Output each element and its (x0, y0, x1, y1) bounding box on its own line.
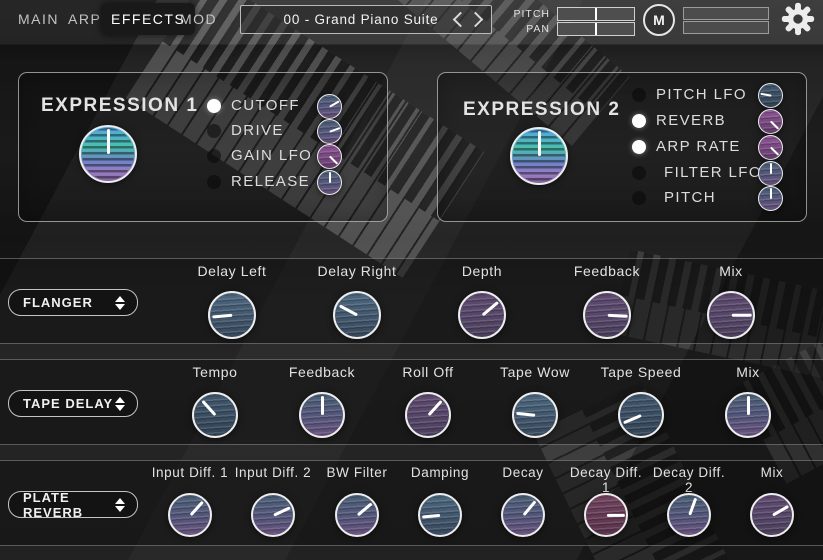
radio-gain-lfo[interactable] (207, 149, 221, 163)
plate-reverb-selector-label: PLATE REVERB (9, 490, 115, 520)
tape-speed-knob[interactable] (618, 392, 664, 438)
expression-2-panel: EXPRESSION 2 PITCH LFO REVERB ARP RATE F… (437, 72, 807, 222)
decay-diff-2-knob[interactable] (667, 493, 711, 537)
tempo-knob[interactable] (192, 392, 238, 438)
param-roll-off: Roll Off (376, 364, 480, 438)
plate-reverb-band: PLATE REVERB Input Diff. 1 Input Diff. 2… (0, 460, 823, 546)
param-flanger-mix: Mix (679, 263, 783, 339)
depth-knob[interactable] (458, 291, 506, 339)
expression-1-big-knob[interactable] (79, 125, 137, 183)
label-reverb: REVERB (656, 112, 726, 129)
expression-2-title: EXPRESSION 2 (463, 99, 620, 121)
tape-delay-band: TAPE DELAY Tempo Feedback Roll Off Tape … (0, 359, 823, 445)
radio-filter-lfo[interactable] (632, 166, 646, 180)
roll-off-knob[interactable] (405, 392, 451, 438)
param-tape-wow: Tape Wow (483, 364, 587, 438)
radio-reverb[interactable] (632, 114, 646, 128)
param-delay-left: Delay Left (180, 263, 284, 339)
preset-prev-icon[interactable] (453, 12, 469, 28)
label-drive: DRIVE (231, 122, 284, 139)
param-decay-diff-1: Decay Diff. 1 (564, 465, 648, 537)
expression-1-panel: EXPRESSION 1 CUTOFF DRIVE GAIN LFO RELEA… (18, 72, 388, 222)
radio-cutoff[interactable] (207, 99, 221, 113)
selector-updown-icon (115, 498, 137, 512)
param-decay-diff-2: Decay Diff. 2 (647, 465, 731, 537)
label-arp-rate: ARP RATE (656, 138, 741, 155)
reverb-knob[interactable] (758, 109, 783, 134)
bw-filter-knob[interactable] (335, 493, 379, 537)
delay-right-knob[interactable] (333, 291, 381, 339)
label-filter-lfo: FILTER LFO (664, 164, 762, 181)
param-plate-mix: Mix (730, 465, 814, 537)
radio-drive[interactable] (207, 124, 221, 138)
param-tempo: Tempo (163, 364, 267, 438)
drive-knob[interactable] (317, 119, 342, 144)
pitch-slider[interactable] (557, 7, 635, 21)
tab-mod[interactable]: MOD (170, 6, 227, 32)
tape-mix-knob[interactable] (725, 392, 771, 438)
plugin-window: MAIN ARP EFFECTS MOD 00 - Grand Piano Su… (0, 0, 823, 560)
param-tape-feedback: Feedback (270, 364, 374, 438)
preset-selector[interactable]: 00 - Grand Piano Suite (240, 5, 492, 34)
tape-delay-selector-label: TAPE DELAY (9, 396, 115, 411)
flanger-feedback-knob[interactable] (583, 291, 631, 339)
input-diff-2-knob[interactable] (251, 493, 295, 537)
tape-wow-knob[interactable] (512, 392, 558, 438)
label-cutoff: CUTOFF (231, 97, 300, 114)
radio-pitch[interactable] (632, 191, 646, 205)
flanger-mix-knob[interactable] (707, 291, 755, 339)
output-meter-right (683, 21, 769, 34)
plate-mix-knob[interactable] (750, 493, 794, 537)
radio-pitch-lfo[interactable] (632, 88, 646, 102)
expression-2-big-knob[interactable] (510, 127, 568, 185)
flanger-effect-selector[interactable]: FLANGER (8, 289, 138, 316)
label-gain-lfo: GAIN LFO (231, 147, 312, 164)
pitch-lfo-knob[interactable] (758, 83, 783, 108)
param-input-diff-2: Input Diff. 2 (231, 465, 315, 537)
decay-diff-1-knob[interactable] (584, 493, 628, 537)
gain-lfo-knob[interactable] (317, 144, 342, 169)
param-decay: Decay (481, 465, 565, 537)
cutoff-knob[interactable] (317, 94, 342, 119)
release-knob[interactable] (317, 170, 342, 195)
label-release: RELEASE (231, 173, 310, 190)
pan-label: PAN (510, 23, 550, 35)
pitch-label: PITCH (510, 8, 550, 20)
label-pitch-lfo: PITCH LFO (656, 86, 747, 103)
flanger-selector-label: FLANGER (9, 295, 115, 310)
tape-feedback-knob[interactable] (299, 392, 345, 438)
input-diff-1-knob[interactable] (168, 493, 212, 537)
arp-rate-knob[interactable] (758, 135, 783, 160)
decay-knob[interactable] (501, 493, 545, 537)
delay-left-knob[interactable] (208, 291, 256, 339)
damping-knob[interactable] (418, 493, 462, 537)
selector-updown-icon (115, 397, 137, 411)
param-flanger-feedback: Feedback (555, 263, 659, 339)
selector-updown-icon (115, 296, 137, 310)
tape-delay-effect-selector[interactable]: TAPE DELAY (8, 390, 138, 417)
filter-lfo-knob[interactable] (758, 161, 783, 186)
preset-next-icon[interactable] (468, 12, 484, 28)
param-input-diff-1: Input Diff. 1 (148, 465, 232, 537)
param-tape-mix: Mix (696, 364, 800, 438)
pitch-knob[interactable] (758, 186, 783, 211)
mono-button[interactable]: M (643, 4, 675, 36)
param-depth: Depth (430, 263, 534, 339)
radio-arp-rate[interactable] (632, 140, 646, 154)
param-bw-filter: BW Filter (315, 465, 399, 537)
param-damping: Damping (398, 465, 482, 537)
param-delay-right: Delay Right (305, 263, 409, 339)
plate-reverb-effect-selector[interactable]: PLATE REVERB (8, 491, 138, 518)
param-tape-speed: Tape Speed (589, 364, 693, 438)
expression-1-title: EXPRESSION 1 (41, 95, 198, 117)
label-pitch: PITCH (664, 189, 716, 206)
pan-slider[interactable] (557, 22, 635, 36)
radio-release[interactable] (207, 175, 221, 189)
flanger-band: FLANGER Delay Left Delay Right Depth Fee… (0, 258, 823, 344)
output-meter-left (683, 7, 769, 20)
preset-name: 00 - Grand Piano Suite (241, 12, 455, 27)
settings-gear-icon[interactable] (781, 2, 815, 41)
